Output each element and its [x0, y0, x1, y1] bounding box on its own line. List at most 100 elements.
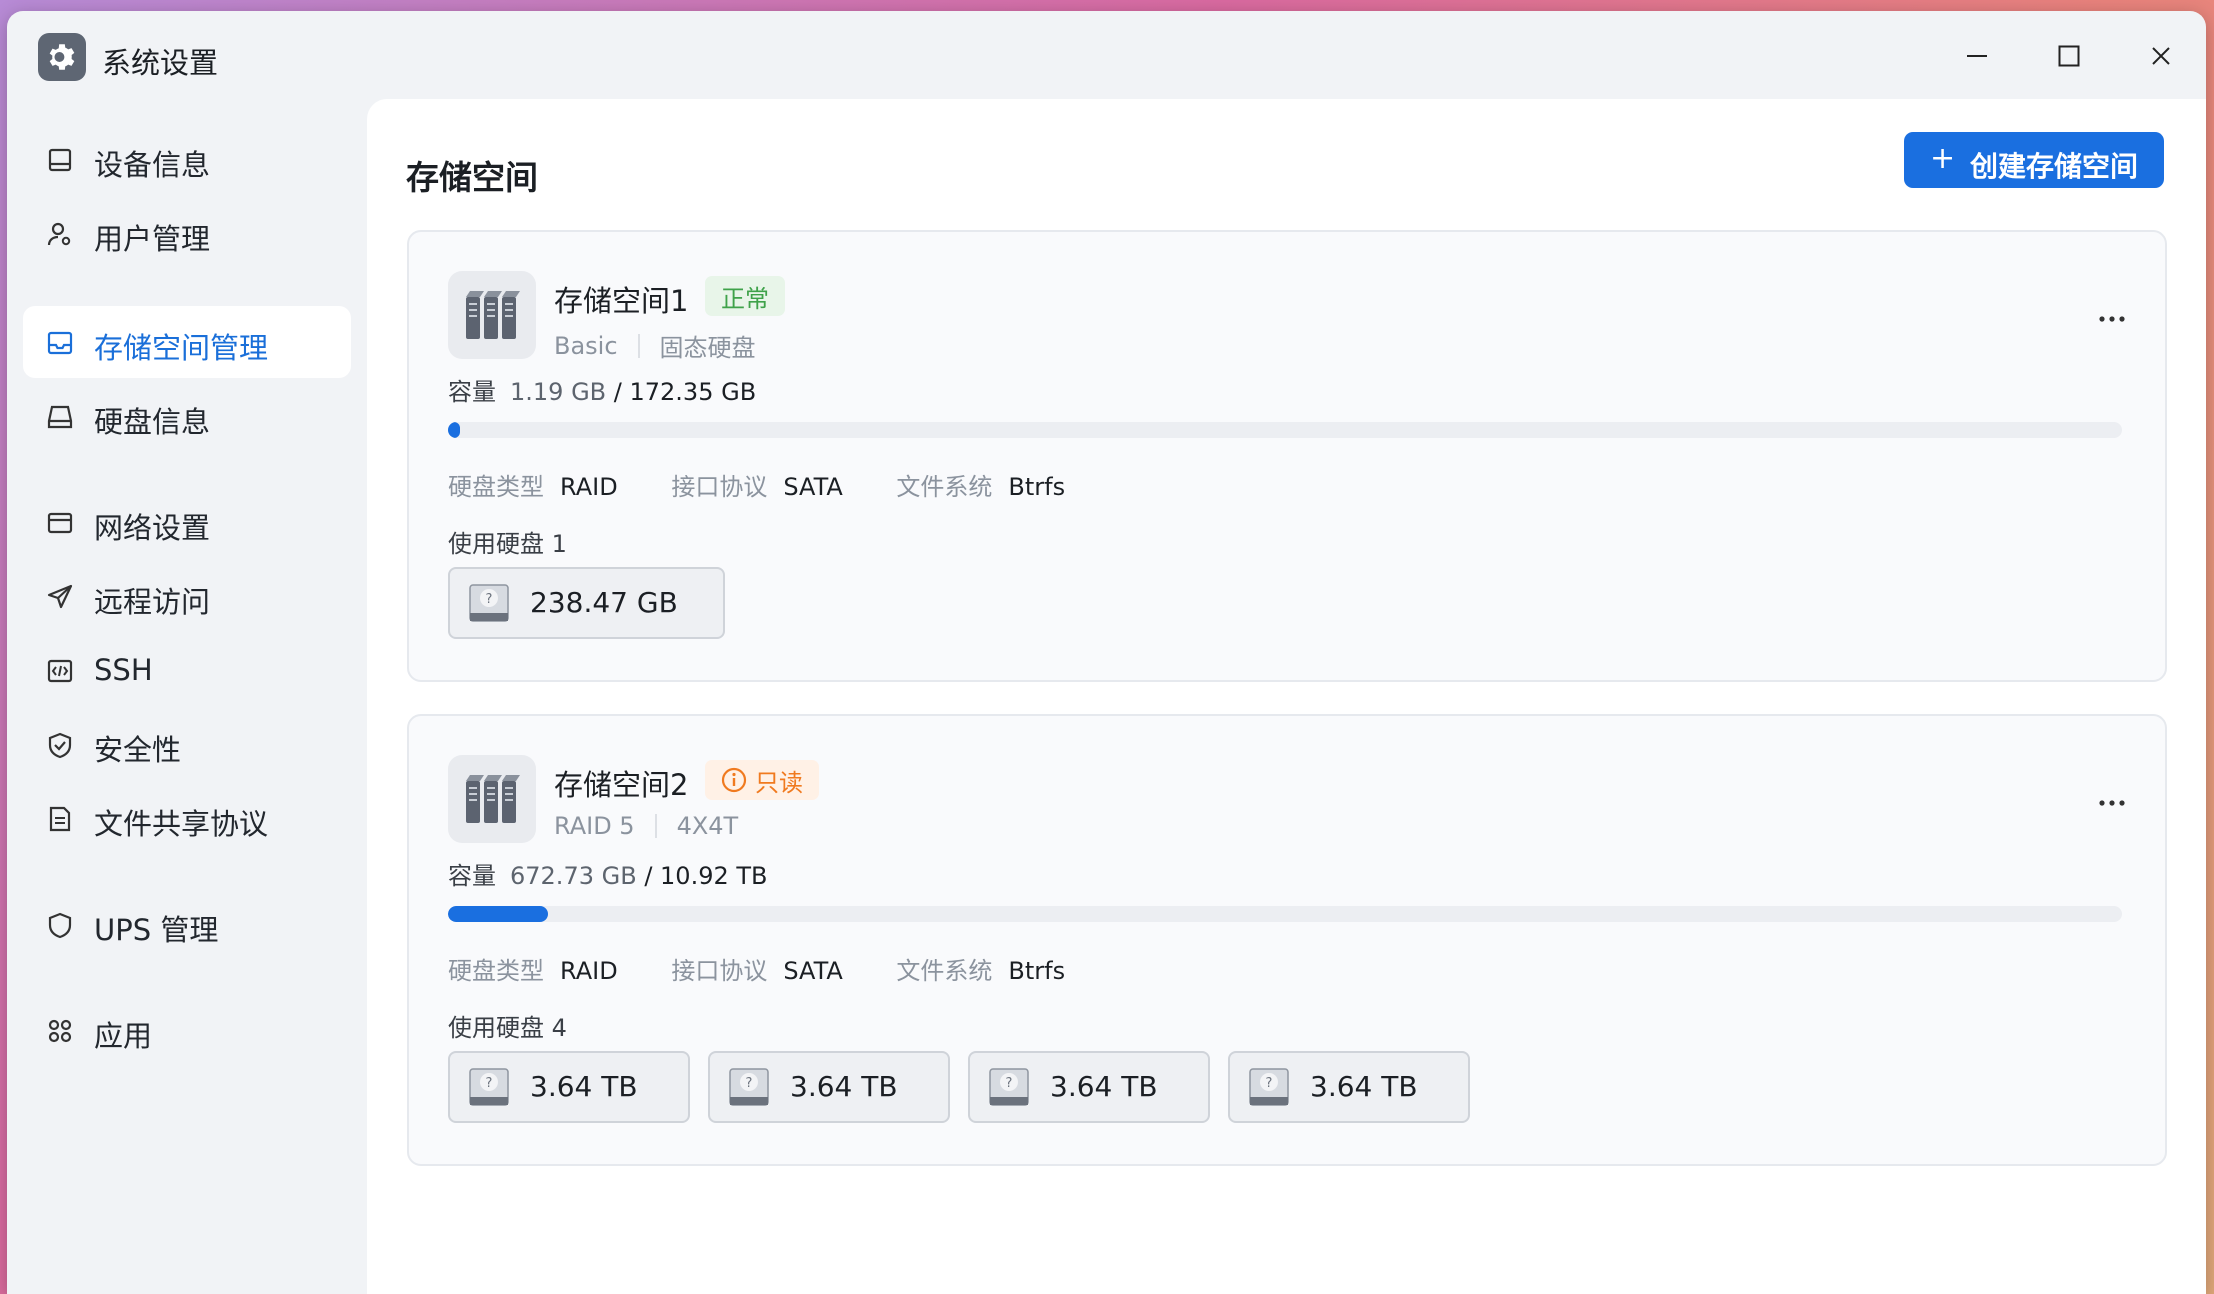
maximize-button[interactable] — [2044, 33, 2094, 79]
sidebar-item-ups[interactable]: UPS 管理 — [23, 888, 351, 960]
sidebar-item-label: UPS 管理 — [94, 913, 219, 947]
capacity-total: / 172.35 GB — [613, 378, 757, 406]
send-icon — [47, 584, 73, 609]
sidebar-item-label: 网络设置 — [94, 511, 211, 545]
hard-drive-icon: ? — [729, 1068, 769, 1106]
sidebar-item-label: 用户管理 — [94, 222, 211, 256]
prop-key: 接口协议 — [671, 957, 768, 985]
create-storage-label: 创建存储空间 — [1970, 150, 2139, 183]
info-icon — [721, 767, 747, 793]
title-bar: 系统设置 — [7, 11, 2206, 99]
divider — [637, 333, 640, 358]
pool-name: 存储空间2 — [554, 768, 689, 802]
more-options-button[interactable] — [2090, 788, 2134, 818]
status-text: 正常 — [721, 284, 769, 313]
sidebar-item-storage-management[interactable]: 存储空间管理 — [23, 306, 351, 378]
sidebar-item-label: 安全性 — [94, 733, 182, 767]
document-icon — [49, 806, 71, 832]
capacity-label: 容量 — [448, 862, 496, 890]
disk-size: 3.64 TB — [790, 1070, 898, 1103]
disk-chip[interactable]: ? 3.64 TB — [1228, 1051, 1470, 1123]
status-text: 只读 — [755, 768, 803, 797]
disk-size: 3.64 TB — [1310, 1070, 1418, 1103]
network-icon — [47, 512, 73, 534]
settings-window: 系统设置 设备信息 用户管理 存储空间管理 硬盘信息 网络设置 远程访问 SSH… — [7, 11, 2206, 1294]
server-icon — [448, 755, 536, 843]
svg-text:?: ? — [746, 1076, 753, 1091]
sidebar-item-apps[interactable]: 应用 — [23, 994, 351, 1066]
disk-size: 3.64 TB — [1050, 1070, 1158, 1103]
prop-value: RAID — [560, 473, 618, 501]
disk-size: 3.64 TB — [530, 1070, 638, 1103]
minimize-button[interactable] — [1952, 33, 2002, 79]
disk-chip[interactable]: ? 3.64 TB — [708, 1051, 950, 1123]
more-icon — [2099, 800, 2125, 806]
capacity: 容量 672.73 GB / 10.92 TB — [448, 856, 768, 891]
hard-drive-icon: ? — [1249, 1068, 1289, 1106]
sidebar-item-device-info[interactable]: 设备信息 — [23, 123, 351, 195]
disk-chip[interactable]: ? 238.47 GB — [448, 567, 725, 639]
server-icon — [448, 271, 536, 359]
used-disks-label: 使用硬盘 1 — [448, 530, 567, 558]
capacity-bar-fill — [448, 906, 549, 922]
capacity-total: / 10.92 TB — [644, 862, 768, 890]
status-badge: 正常 — [705, 276, 785, 316]
disk-list: ? 238.47 GB — [448, 567, 741, 639]
prop-value: Btrfs — [1008, 957, 1066, 985]
storage-pool-card: 存储空间2 只读 RAID 5 4X4T 容量 672.73 GB / 10.92… — [407, 714, 2167, 1166]
hard-drive-icon: ? — [469, 1068, 509, 1106]
create-storage-button[interactable]: + 创建存储空间 — [1904, 132, 2164, 188]
pool-media: 固态硬盘 — [659, 334, 756, 362]
pool-properties: 硬盘类型 RAID 接口协议 SATA 文件系统 Btrfs — [448, 467, 1111, 502]
hard-drive-icon: ? — [469, 584, 509, 622]
svg-text:?: ? — [1006, 1076, 1013, 1091]
user-gear-icon — [47, 222, 71, 246]
disk-chip[interactable]: ? 3.64 TB — [968, 1051, 1210, 1123]
plus-icon: + — [1930, 141, 1956, 176]
more-options-button[interactable] — [2090, 304, 2134, 334]
capacity-bar — [448, 906, 2122, 922]
sidebar-item-label: 存储空间管理 — [94, 331, 269, 365]
capacity-used: 672.73 GB — [510, 862, 637, 890]
sidebar-item-security[interactable]: 安全性 — [23, 708, 351, 780]
svg-text:?: ? — [486, 1076, 493, 1091]
sidebar-item-disk-info[interactable]: 硬盘信息 — [23, 380, 351, 452]
disk-size: 238.47 GB — [530, 586, 678, 619]
sidebar-item-file-sharing[interactable]: 文件共享协议 — [23, 782, 351, 854]
prop-key: 硬盘类型 — [448, 473, 544, 501]
sidebar-item-label: 远程访问 — [94, 585, 211, 619]
shield-check-icon — [48, 732, 72, 759]
prop-value: RAID — [560, 957, 618, 985]
gear-icon — [38, 33, 86, 81]
pool-type: Basic — [554, 331, 618, 360]
svg-text:?: ? — [486, 592, 493, 607]
pool-properties: 硬盘类型 RAID 接口协议 SATA 文件系统 Btrfs — [448, 951, 1111, 986]
sidebar-item-ssh[interactable]: SSH — [23, 634, 351, 706]
storage-pool-card: 存储空间1 正常 Basic 固态硬盘 容量 1.19 GB / 172.35 G… — [407, 230, 2167, 682]
pool-media: 4X4T — [676, 812, 739, 840]
disk-icon — [47, 405, 73, 429]
more-icon — [2099, 316, 2125, 322]
sidebar-item-user-management[interactable]: 用户管理 — [23, 197, 351, 269]
page-title: 存储空间 — [406, 158, 538, 197]
capacity: 容量 1.19 GB / 172.35 GB — [448, 372, 756, 407]
used-disks-label: 使用硬盘 4 — [448, 1014, 567, 1042]
hard-drive-icon: ? — [989, 1068, 1029, 1106]
prop-key: 接口协议 — [671, 473, 768, 501]
capacity-bar-fill — [448, 422, 460, 438]
capacity-label: 容量 — [448, 378, 496, 406]
capacity-bar — [448, 422, 2122, 438]
prop-key: 文件系统 — [896, 957, 993, 985]
sidebar-item-network[interactable]: 网络设置 — [23, 486, 351, 558]
maximize-icon — [2058, 45, 2080, 67]
sidebar-item-label: 应用 — [94, 1019, 153, 1053]
sidebar: 设备信息 用户管理 存储空间管理 硬盘信息 网络设置 远程访问 SSH 安全性 — [7, 99, 367, 1294]
sidebar-item-remote-access[interactable]: 远程访问 — [23, 560, 351, 632]
disk-list: ? 3.64 TB ? 3.64 TB ? 3.64 TB ? 3.64 TB — [448, 1051, 1470, 1123]
minimize-icon — [1967, 55, 1987, 57]
prop-key: 文件系统 — [896, 473, 993, 501]
close-button[interactable] — [2136, 33, 2186, 79]
disk-chip[interactable]: ? 3.64 TB — [448, 1051, 690, 1123]
sidebar-item-label: SSH — [94, 653, 153, 687]
sidebar-item-label: 硬盘信息 — [94, 405, 211, 439]
